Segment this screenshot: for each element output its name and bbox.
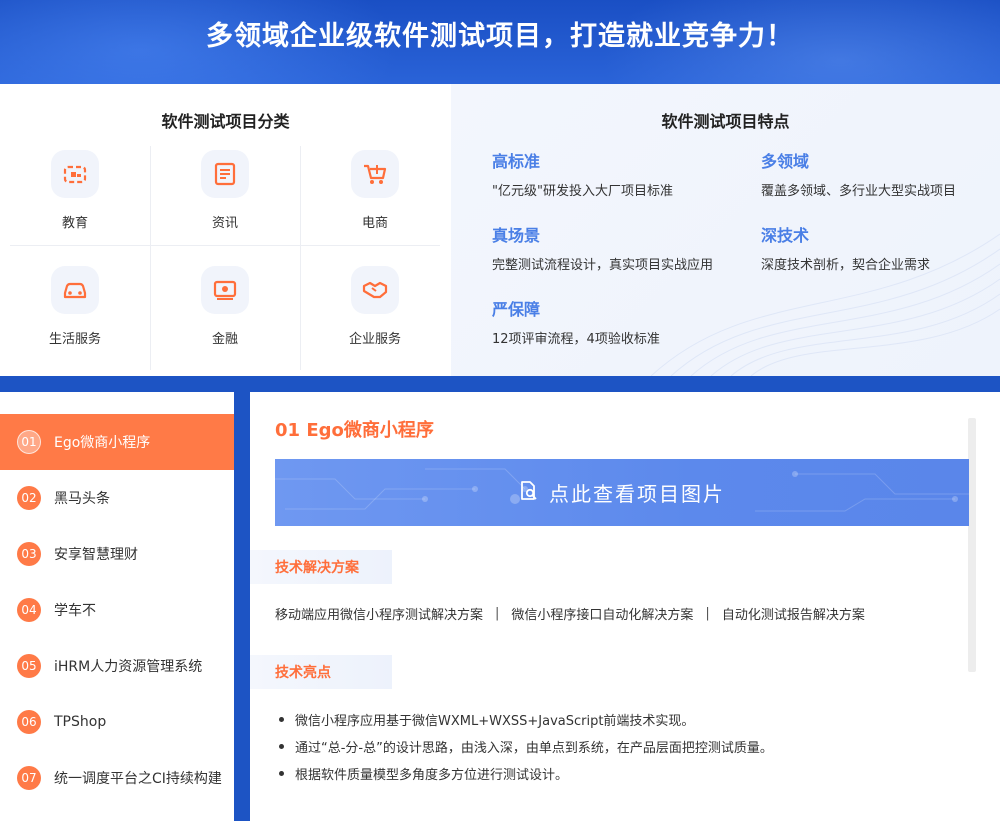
sidebar-item-heima-toutiao[interactable]: 02 黑马头条 [0,470,234,526]
sidebar-item-tpshop[interactable]: 06 TPShop [0,694,234,750]
separator: | [705,606,710,621]
highlight-text: 通过“总-分-总”的设计思路，由浅入深，由单点到系统，在产品层面把控测试质量。 [295,741,773,756]
sidebar-item-number: 06 [17,710,41,734]
feature-item: 严保障 12项评审流程，4项验收标准 [492,296,732,347]
money-icon [201,266,249,314]
features-panel: 软件测试项目特点 高标准 "亿元级"研发投入大厂项目标准 多领域 覆盖多领域、多… [451,84,1000,376]
category-grid: 教育 资讯 电商 生活服务 金融 企业服务 [0,146,451,370]
feature-item: 多领域 覆盖多领域、多行业大型实战项目 [761,148,1000,199]
feature-desc: 深度技术剖析，契合企业需求 [761,258,931,273]
sidebar-item-ego[interactable]: 01 Ego微商小程序 [0,414,234,470]
header-banner: 多领域企业级软件测试项目，打造就业竞争力！ [0,0,1000,84]
bullet-icon [279,717,284,722]
solution-item: 自动化测试报告解决方案 [721,608,865,623]
solution-item: 移动端应用微信小程序测试解决方案 [275,608,484,623]
sidebar-item-number: 01 [17,430,41,454]
education-icon [51,150,99,198]
feature-title: 真场景 [492,226,541,245]
sidebar-item-number: 04 [17,598,41,622]
sidebar-item-label: 统一调度平台之CI持续构建 [54,771,222,787]
solutions-heading: 技术解决方案 [250,550,392,584]
sidebar-item-label: 学车不 [54,603,96,619]
banner-title: 多领域企业级软件测试项目，打造就业竞争力！ [206,21,794,52]
category-label: 电商 [361,216,388,231]
category-label: 资讯 [211,216,238,231]
feature-title: 多领域 [761,152,810,171]
sidebar-item-xuechebu[interactable]: 04 学车不 [0,582,234,638]
feature-item: 真场景 完整测试流程设计，真实项目实战应用 [492,222,732,273]
category-item-ecommerce[interactable]: 电商 [300,146,450,258]
project-detail: 01 Ego微商小程序 点此查看项目图片 技术解决方案 移动端应用微信小程序测试… [250,392,1000,821]
feature-title: 严保障 [492,300,541,319]
feature-item: 高标准 "亿元级"研发投入大厂项目标准 [492,148,732,199]
bullet-icon [279,744,284,749]
feature-desc: 覆盖多领域、多行业大型实战项目 [761,184,957,199]
category-item-enterprise[interactable]: 企业服务 [300,262,450,374]
category-label: 金融 [211,332,238,347]
category-label: 企业服务 [348,332,401,347]
feature-desc: "亿元级"研发投入大厂项目标准 [492,184,673,199]
sidebar-item-ihrm[interactable]: 05 iHRM人力资源管理系统 [0,638,234,694]
sidebar-item-ci-platform[interactable]: 07 统一调度平台之CI持续构建 [0,750,234,806]
category-item-news[interactable]: 资讯 [150,146,300,258]
shopping-cart-icon [351,150,399,198]
solution-item: 微信小程序接口自动化解决方案 [511,608,694,623]
sidebar-item-label: iHRM人力资源管理系统 [54,659,203,675]
features-panel-title: 软件测试项目特点 [661,112,790,131]
sidebar-item-label: TPShop [54,714,107,730]
highlight-text: 微信小程序应用基于微信WXML+WXSS+JavaScript前端技术实现。 [295,714,695,729]
scrollbar[interactable] [968,418,976,672]
overview-panel: 软件测试项目分类 教育 资讯 电商 生活服务 金融 企业服务 软件测试项目特点 … [0,84,1000,376]
feature-item: 深技术 深度技术剖析，契合企业需求 [761,222,1000,273]
highlight-text: 根据软件质量模型多角度多方位进行测试设计。 [295,768,569,783]
feature-title: 高标准 [492,152,541,171]
sidebar-item-label: 黑马头条 [54,491,110,507]
project-title: 01 Ego微商小程序 [275,420,434,441]
view-images-content: 点此查看项目图片 [519,478,725,507]
project-sidebar: 01 Ego微商小程序 02 黑马头条 03 安享智慧理财 04 学车不 05 … [0,392,234,821]
view-images-label: 点此查看项目图片 [549,482,725,506]
separator: | [495,606,500,621]
sidebar-item-number: 05 [17,654,41,678]
category-item-life-services[interactable]: 生活服务 [0,262,150,374]
category-label: 生活服务 [48,332,101,347]
feature-desc: 完整测试流程设计，真实项目实战应用 [492,258,714,273]
sidebar-item-number: 03 [17,542,41,566]
category-panel: 软件测试项目分类 教育 资讯 电商 生活服务 金融 企业服务 [0,84,451,376]
news-icon [201,150,249,198]
highlights-heading: 技术亮点 [250,655,392,689]
view-images-button[interactable]: 点此查看项目图片 [275,459,969,526]
category-item-finance[interactable]: 金融 [150,262,300,374]
solutions-list: 移动端应用微信小程序测试解决方案 | 微信小程序接口自动化解决方案 | 自动化测… [275,604,865,623]
car-icon [51,266,99,314]
highlights-list: 微信小程序应用基于微信WXML+WXSS+JavaScript前端技术实现。 通… [275,706,773,787]
handshake-icon [351,266,399,314]
sidebar-item-number: 02 [17,486,41,510]
category-item-education[interactable]: 教育 [0,146,150,258]
sidebar-item-label: Ego微商小程序 [54,435,151,451]
document-search-icon [519,480,539,506]
sidebar-item-anxiang[interactable]: 03 安享智慧理财 [0,526,234,582]
highlight-item: 通过“总-分-总”的设计思路，由浅入深，由单点到系统，在产品层面把控测试质量。 [275,733,773,760]
feature-title: 深技术 [761,226,810,245]
highlight-item: 根据软件质量模型多角度多方位进行测试设计。 [275,760,773,787]
bullet-icon [279,771,284,776]
feature-desc: 12项评审流程，4项验收标准 [492,332,660,347]
sidebar-item-number: 07 [17,766,41,790]
category-panel-title: 软件测试项目分类 [161,112,290,131]
sidebar-item-label: 安享智慧理财 [54,547,138,563]
highlight-item: 微信小程序应用基于微信WXML+WXSS+JavaScript前端技术实现。 [275,706,773,733]
category-label: 教育 [61,216,88,231]
